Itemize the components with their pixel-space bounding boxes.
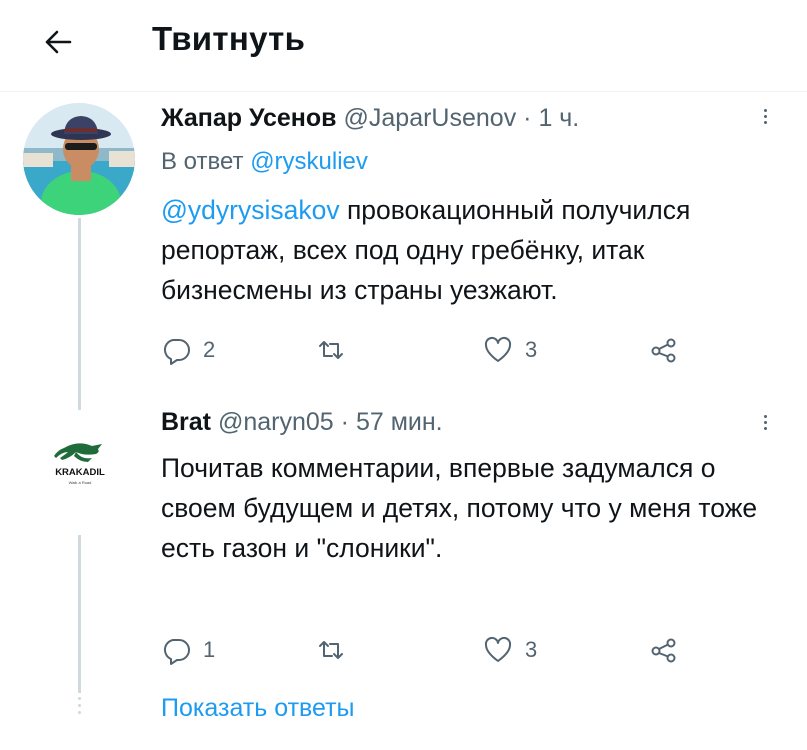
tweet-actions: 2 3 — [161, 332, 721, 368]
avatar-subtext: Walk a Road — [69, 480, 92, 485]
tweet-text: Почитав комментарии, впервые задумался о… — [161, 448, 786, 568]
more-options-button[interactable] — [758, 106, 772, 132]
page-title: Твитнуть — [152, 20, 306, 57]
user-photo — [23, 103, 135, 215]
retweet-button[interactable] — [316, 632, 358, 668]
retweet-icon — [319, 641, 343, 659]
retweet-icon — [319, 341, 343, 359]
display-name[interactable]: Brat — [161, 408, 211, 436]
thread-line — [78, 392, 81, 410]
separator: · — [523, 104, 532, 132]
reply-count: 1 — [203, 637, 216, 662]
thread-line — [78, 218, 81, 392]
share-button[interactable] — [649, 632, 679, 668]
tweet-body: Почитав комментарии, впервые задумался о… — [161, 453, 758, 563]
reply-context: В ответ @ryskuliev — [161, 148, 368, 176]
tweet-actions: 1 3 — [161, 632, 721, 668]
crocodile-logo: KRAKADIL Walk a Road — [54, 443, 105, 485]
thread-continuation-dots — [78, 690, 81, 730]
display-name[interactable]: Жапар Усенов — [161, 104, 337, 132]
top-bar: Твитнуть — [0, 0, 807, 92]
show-replies-link[interactable]: Показать ответы — [161, 694, 355, 723]
reply-to-link[interactable]: @ryskuliev — [250, 148, 368, 175]
mention-link[interactable]: @ydyrysisakov — [161, 195, 340, 225]
back-button[interactable] — [38, 22, 78, 62]
reply-button[interactable]: 2 — [161, 332, 215, 368]
share-button[interactable] — [649, 332, 679, 368]
share-icon — [651, 338, 676, 363]
timestamp[interactable]: 57 мин. — [356, 408, 443, 436]
avatar[interactable] — [23, 103, 135, 215]
like-button[interactable]: 3 — [483, 632, 537, 668]
like-button[interactable]: 3 — [483, 332, 537, 368]
user-handle[interactable]: @naryn05 — [218, 408, 334, 436]
timestamp[interactable]: 1 ч. — [538, 104, 579, 132]
reply-button[interactable]: 1 — [161, 632, 215, 668]
avatar[interactable]: KRAKADIL Walk a Road — [26, 438, 136, 518]
tweet-header: Жапар Усенов @JaparUsenov · 1 ч. — [161, 104, 579, 133]
share-icon — [651, 638, 676, 663]
tweet-text: @ydyrysisakov провокационный получился р… — [161, 190, 786, 310]
heart-icon — [484, 636, 512, 662]
tweet[interactable]: KRAKADIL Walk a Road Brat @naryn05 · 57 … — [0, 392, 807, 693]
tweet-header: Brat @naryn05 · 57 мин. — [161, 408, 443, 437]
more-options-button[interactable] — [758, 412, 772, 438]
separator: · — [340, 408, 349, 436]
like-count: 3 — [525, 637, 538, 662]
like-count: 3 — [525, 337, 538, 362]
avatar-text: KRAKADIL — [55, 467, 105, 478]
retweet-button[interactable] — [316, 332, 358, 368]
arrow-left-icon — [45, 30, 72, 54]
tweet[interactable]: Жапар Усенов @JaparUsenov · 1 ч. В ответ… — [0, 92, 807, 392]
thread-line — [78, 535, 81, 693]
heart-icon — [484, 336, 512, 362]
reply-count: 2 — [203, 337, 216, 362]
comment-icon — [163, 639, 190, 665]
reply-prefix: В ответ — [161, 148, 251, 175]
comment-icon — [163, 339, 190, 365]
user-handle[interactable]: @JaparUsenov — [344, 104, 517, 132]
